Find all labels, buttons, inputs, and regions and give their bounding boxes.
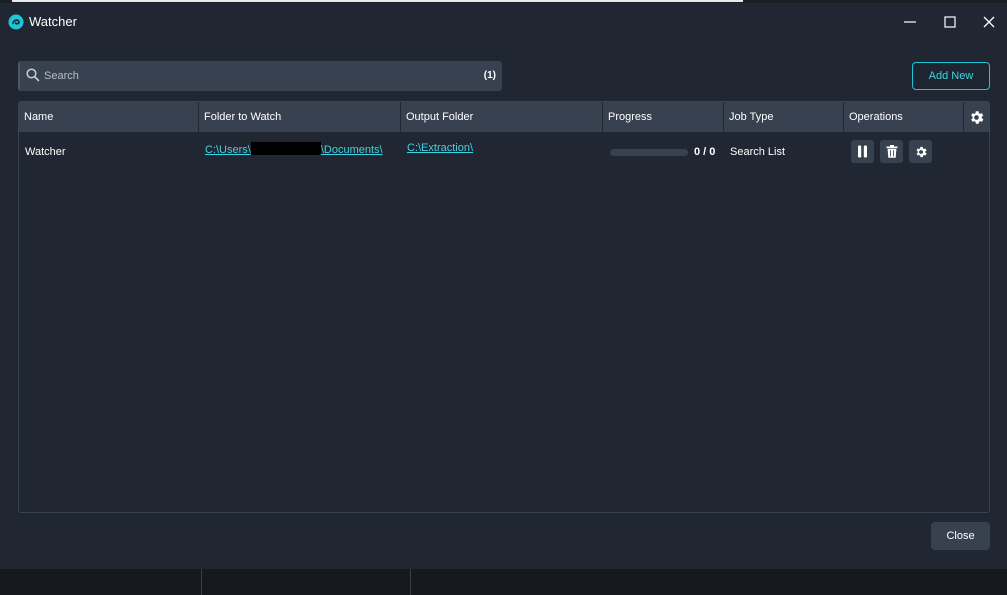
column-header-name[interactable]: Name [19, 102, 199, 132]
pause-button[interactable] [851, 140, 874, 163]
row-settings-button[interactable] [909, 140, 932, 163]
taskbar-divider [410, 569, 411, 595]
top-highlight [12, 0, 743, 2]
gear-icon [916, 146, 927, 157]
progress-text: 0 / 0 [694, 146, 716, 158]
window-title: Watcher [29, 14, 77, 29]
pause-icon [858, 145, 867, 158]
watcher-table: Name Folder to Watch Output Folder Progr… [18, 101, 990, 513]
folder-path-prefix[interactable]: C:\Users\ [205, 144, 251, 156]
minimize-icon [904, 21, 916, 23]
column-header-progress[interactable]: Progress [603, 102, 724, 132]
column-settings-button[interactable] [964, 102, 989, 132]
close-button[interactable]: Close [931, 522, 990, 550]
folder-path-suffix[interactable]: \Documents\ [321, 144, 383, 156]
title-bar: Watcher [0, 3, 1007, 41]
delete-button[interactable] [880, 140, 903, 163]
minimize-button[interactable] [899, 11, 921, 33]
watcher-logo-icon [8, 14, 24, 30]
column-header-folder-to-watch[interactable]: Folder to Watch [199, 102, 401, 132]
maximize-button[interactable] [939, 11, 961, 33]
column-header-operations: Operations [844, 102, 964, 132]
column-header-job-type[interactable]: Job Type [724, 102, 844, 132]
watcher-window: Watcher (1) Add New Name Folder to Watch… [0, 3, 1007, 569]
trash-icon [886, 145, 897, 158]
search-input[interactable] [44, 61, 474, 91]
row-name: Watcher [25, 146, 66, 158]
close-icon [983, 16, 995, 28]
job-type: Search List [730, 146, 786, 158]
folder-to-watch-link[interactable]: C:\Users\ \Documents\ [205, 142, 383, 176]
table-row[interactable]: Watcher C:\Users\ \Documents\ C:\Extracti… [19, 134, 989, 168]
search-icon [26, 68, 40, 87]
search-bar: (1) [18, 61, 502, 91]
taskbar [0, 569, 1007, 595]
column-header-output-folder[interactable]: Output Folder [401, 102, 603, 132]
close-window-button[interactable] [978, 11, 1000, 33]
output-folder-link[interactable]: C:\Extraction\ [407, 142, 473, 176]
table-header: Name Folder to Watch Output Folder Progr… [19, 102, 989, 132]
gear-icon [971, 110, 984, 124]
progress-bar [610, 149, 688, 156]
result-count: (1) [483, 70, 496, 81]
redacted-username [250, 142, 321, 155]
maximize-icon [944, 16, 956, 28]
add-new-button[interactable]: Add New [912, 62, 990, 90]
taskbar-divider [201, 569, 202, 595]
